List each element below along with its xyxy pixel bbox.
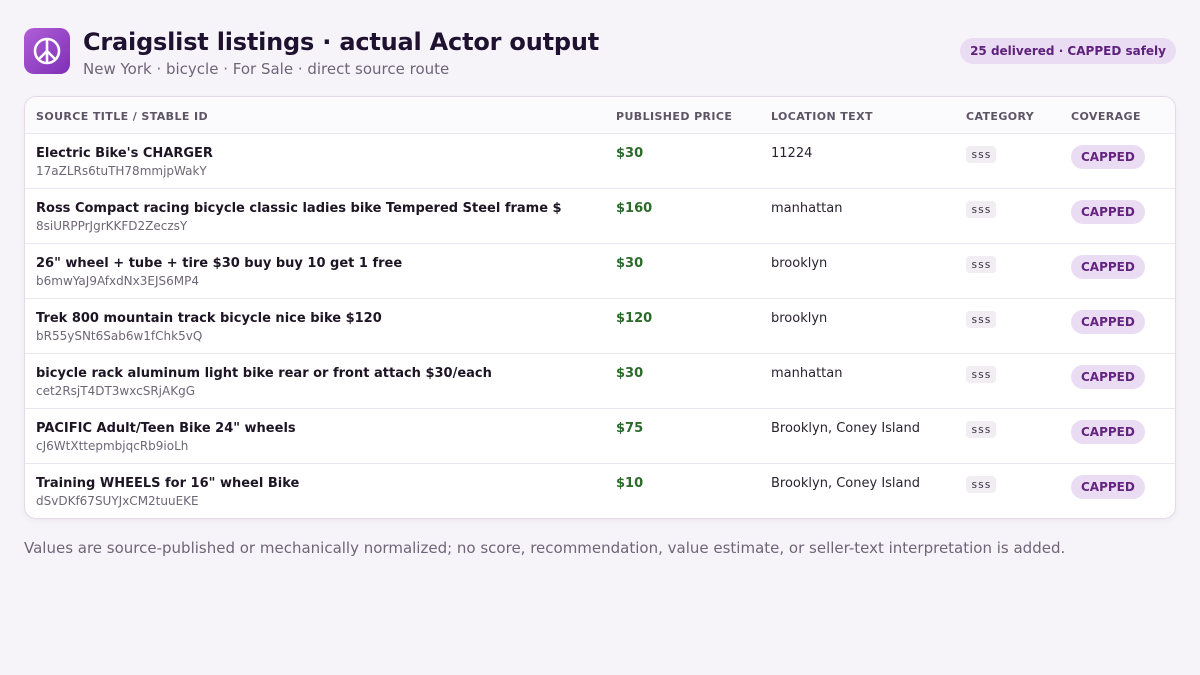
- coverage-badge: CAPPED: [1071, 200, 1145, 224]
- listing-title: 26" wheel + tube + tire $30 buy buy 10 g…: [36, 256, 403, 271]
- listing-title: Electric Bike's CHARGER: [36, 146, 213, 161]
- listing-stable-id: cJ6WtXttepmbjqcRb9ioLh: [36, 439, 189, 453]
- listing-location: manhattan: [771, 201, 843, 216]
- table-row: Ross Compact racing bicycle classic ladi…: [25, 189, 1175, 244]
- coverage-badge: CAPPED: [1071, 420, 1145, 444]
- listing-title: Training WHEELS for 16" wheel Bike: [36, 476, 300, 491]
- coverage-badge: CAPPED: [1071, 310, 1145, 334]
- table-row: Electric Bike's CHARGER 17aZLRs6tuTH78mm…: [25, 134, 1175, 189]
- listing-stable-id: 8siURPPrJgrKKFD2ZeczsY: [36, 219, 188, 233]
- listing-location: brooklyn: [771, 311, 828, 326]
- listing-price: $120: [616, 311, 653, 326]
- listing-price: $75: [616, 421, 644, 436]
- methodology-footnote: Values are source-published or mechanica…: [24, 539, 1066, 557]
- table-row: 26" wheel + tube + tire $30 buy buy 10 g…: [25, 244, 1175, 299]
- category-tag: sss: [966, 311, 996, 328]
- table-row: Trek 800 mountain track bicycle nice bik…: [25, 299, 1175, 354]
- listing-title: Trek 800 mountain track bicycle nice bik…: [36, 311, 382, 326]
- listing-title: Ross Compact racing bicycle classic ladi…: [36, 201, 562, 216]
- delivery-summary-badge: 25 delivered · CAPPED safely: [960, 38, 1176, 64]
- listing-location: manhattan: [771, 366, 843, 381]
- listing-price: $30: [616, 366, 644, 381]
- listings-table: SOURCE TITLE / STABLE ID PUBLISHED PRICE…: [24, 96, 1176, 519]
- listing-price: $160: [616, 201, 653, 216]
- listing-price: $30: [616, 256, 644, 271]
- category-tag: sss: [966, 421, 996, 438]
- column-header-location-text: LOCATION TEXT: [771, 110, 873, 123]
- page-subtitle: New York · bicycle · For Sale · direct s…: [83, 60, 450, 78]
- column-header-coverage: COVERAGE: [1071, 110, 1141, 123]
- listing-location: brooklyn: [771, 256, 828, 271]
- category-tag: sss: [966, 146, 996, 163]
- listing-stable-id: cet2RsjT4DT3wxcSRjAKgG: [36, 384, 195, 398]
- listing-location: 11224: [771, 146, 813, 161]
- column-header-category: CATEGORY: [966, 110, 1035, 123]
- table-row: PACIFIC Adult/Teen Bike 24" wheels cJ6Wt…: [25, 409, 1175, 464]
- listing-price: $10: [616, 476, 644, 491]
- coverage-badge: CAPPED: [1071, 255, 1145, 279]
- listing-stable-id: bR55ySNt6Sab6w1fChk5vQ: [36, 329, 203, 343]
- coverage-badge: CAPPED: [1071, 475, 1145, 499]
- category-tag: sss: [966, 201, 996, 218]
- page-header: Craigslist listings · actual Actor outpu…: [24, 28, 1176, 78]
- page-title: Craigslist listings · actual Actor outpu…: [83, 28, 600, 56]
- table-header: SOURCE TITLE / STABLE ID PUBLISHED PRICE…: [25, 97, 1175, 134]
- table-row: bicycle rack aluminum light bike rear or…: [25, 354, 1175, 409]
- category-tag: sss: [966, 366, 996, 383]
- table-row: Training WHEELS for 16" wheel Bike dSvDK…: [25, 464, 1175, 518]
- column-header-published-price: PUBLISHED PRICE: [616, 110, 733, 123]
- listing-title: bicycle rack aluminum light bike rear or…: [36, 366, 492, 381]
- coverage-badge: CAPPED: [1071, 145, 1145, 169]
- peace-sign-icon: [24, 28, 70, 74]
- listing-location: Brooklyn, Coney Island: [771, 476, 920, 491]
- listing-stable-id: b6mwYaJ9AfxdNx3EJS6MP4: [36, 274, 199, 288]
- listing-stable-id: 17aZLRs6tuTH78mmjpWakY: [36, 164, 207, 178]
- listing-title: PACIFIC Adult/Teen Bike 24" wheels: [36, 421, 296, 436]
- column-header-source-title: SOURCE TITLE / STABLE ID: [36, 110, 209, 123]
- listing-stable-id: dSvDKf67SUYJxCM2tuuEKE: [36, 494, 199, 508]
- listing-price: $30: [616, 146, 644, 161]
- listing-location: Brooklyn, Coney Island: [771, 421, 920, 436]
- category-tag: sss: [966, 256, 996, 273]
- category-tag: sss: [966, 476, 996, 493]
- coverage-badge: CAPPED: [1071, 365, 1145, 389]
